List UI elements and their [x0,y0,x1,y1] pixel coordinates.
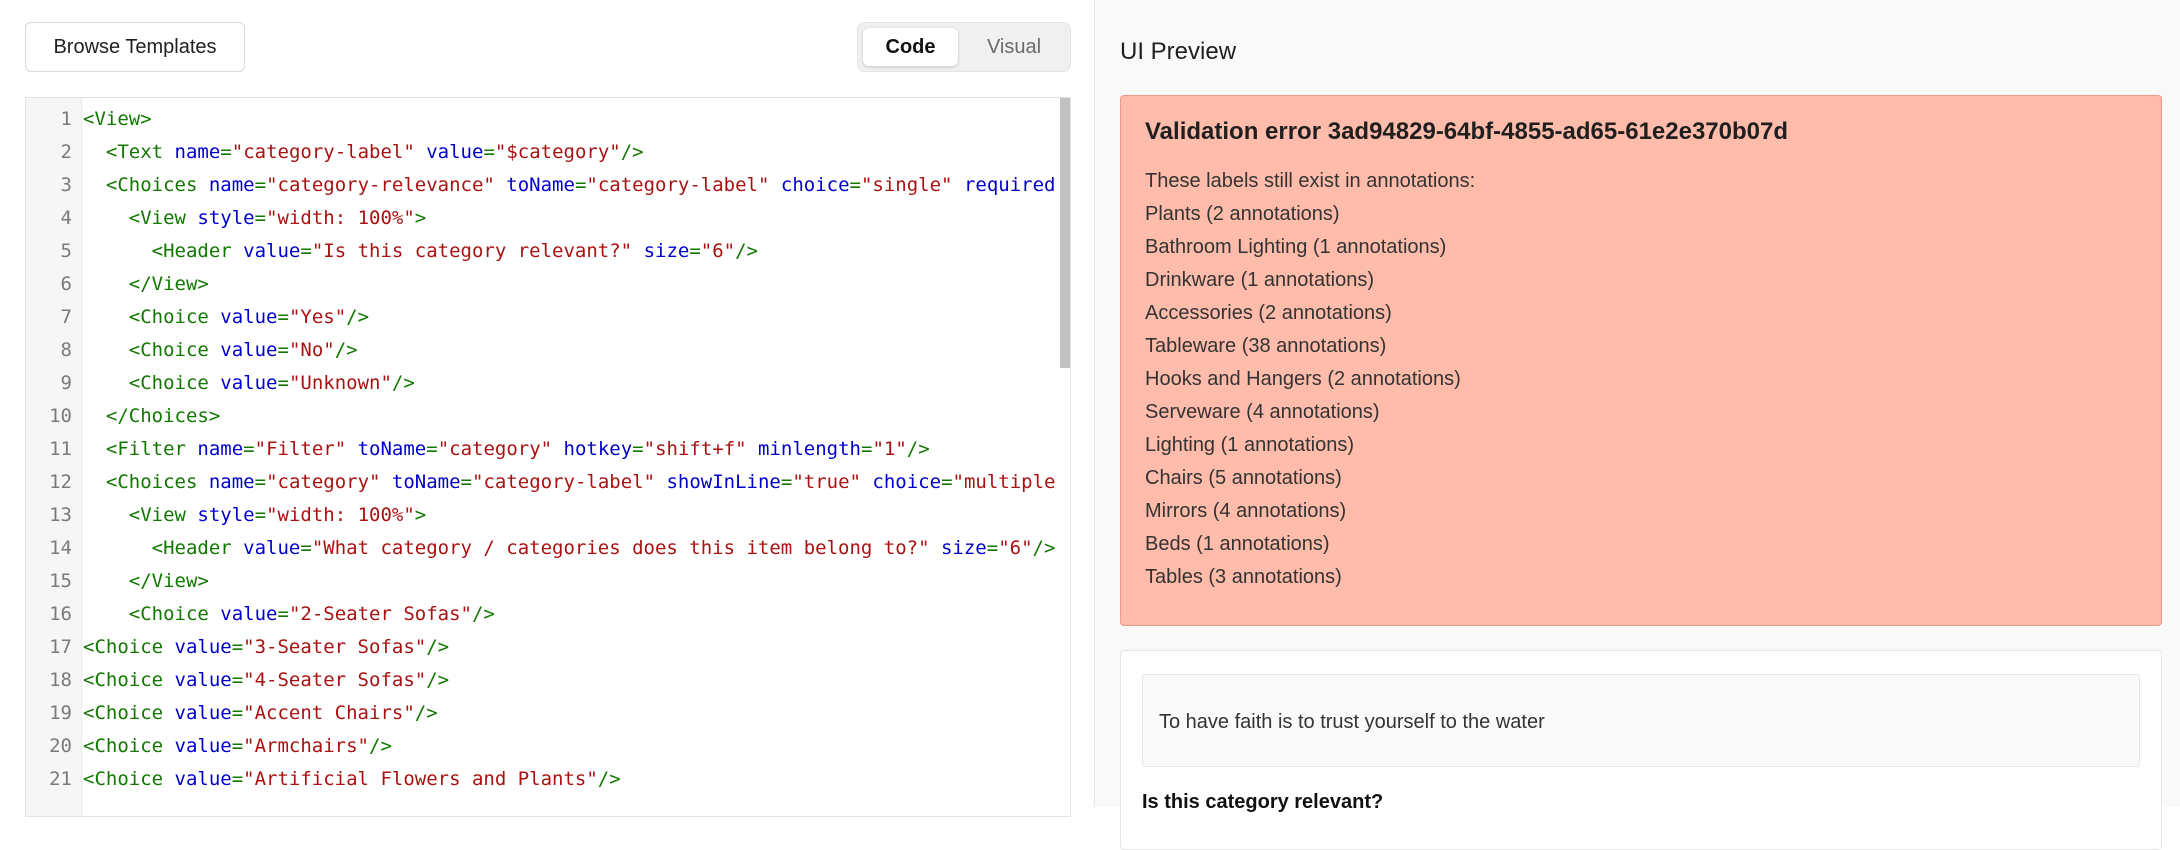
error-label-item: Drinkware (1 annotations) [1145,269,1374,291]
line-number: 16 [49,603,72,625]
code-line[interactable]: 12 <Choices name="category" toName="cate… [26,466,1062,499]
line-number: 11 [49,438,72,460]
line-number: 8 [60,339,72,361]
code-line[interactable]: 4 <View style="width: 100%"> [26,202,1062,235]
code-text: <View> [83,108,152,130]
code-editor[interactable]: 1 <View> 2 <Text name="category-label" val… [25,97,1071,817]
error-label-item: Bathroom Lighting (1 annotations) [1145,236,1447,258]
code-line[interactable]: 16 <Choice value="2-Seater Sofas"/> [26,598,1062,631]
error-label-item: Serveware (4 annotations) [1145,401,1380,423]
code-mode-tab[interactable]: Code [863,28,958,66]
code-text: <View style="width: 100%"> [128,207,427,229]
preview-card: To have faith is to trust yourself to th… [1120,650,2162,850]
code-text: <Choice value="3-Seater Sofas"/> [83,636,450,658]
line-number: 7 [60,306,72,328]
error-label-item: Lighting (1 annotations) [1145,434,1355,456]
code-text: <Choice value="No"/> [128,339,358,361]
line-number: 20 [49,735,72,757]
line-number: 17 [49,636,72,658]
task-text-block: To have faith is to trust yourself to th… [1142,674,2140,767]
line-number: 18 [49,669,72,691]
relevance-question: Is this category relevant? [1142,791,1384,813]
code-line[interactable]: 21 <Choice value="Artificial Flowers and … [26,763,1062,796]
code-text: <Choice value="2-Seater Sofas"/> [128,603,495,625]
code-line[interactable]: 1 <View> [26,103,1062,136]
line-number: 10 [49,405,72,427]
code-text: <Header value="What category / categorie… [151,537,1056,559]
error-title: Validation error 3ad94829-64bf-4855-ad65… [1145,118,1789,145]
error-label-item: Beds (1 annotations) [1145,533,1330,555]
line-number: 3 [60,174,72,196]
code-line[interactable]: 3 <Choices name="category-relevance" toN… [26,169,1062,202]
line-number: 13 [49,504,72,526]
editor-scrollbar[interactable] [1060,98,1070,368]
line-number: 12 [49,471,72,493]
code-line[interactable]: 18 <Choice value="4-Seater Sofas"/> [26,664,1062,697]
code-text: <Choice value="Unknown"/> [128,372,415,394]
code-line[interactable]: 6 </View> [26,268,1062,301]
code-text: <Choice value="Artificial Flowers and Pl… [83,768,621,790]
error-label-item: Tableware (38 annotations) [1145,335,1387,357]
code-text: <Choices name="category-relevance" toNam… [105,174,1056,196]
error-label-item: Accessories (2 annotations) [1145,302,1392,324]
line-number: 15 [49,570,72,592]
task-text: To have faith is to trust yourself to th… [1159,711,1545,733]
code-line[interactable]: 14 <Header value="What category / catego… [26,532,1062,565]
line-number: 4 [60,207,72,229]
error-label-item: Hooks and Hangers (2 annotations) [1145,368,1461,390]
code-text: <Header value="Is this category relevant… [151,240,758,262]
error-label-item: Tables (3 annotations) [1145,566,1342,588]
ui-preview-pane: UI Preview Validation error 3ad94829-64b… [1094,0,2180,850]
line-number: 6 [60,273,72,295]
code-line[interactable]: 13 <View style="width: 100%"> [26,499,1062,532]
code-text: <Choices name="category" toName="categor… [105,471,1056,493]
code-text: <Choice value="4-Seater Sofas"/> [83,669,450,691]
line-number: 9 [60,372,72,394]
line-number: 21 [49,768,72,790]
code-line[interactable]: 17 <Choice value="3-Seater Sofas"/> [26,631,1062,664]
config-editor-pane: Browse Templates Code Visual 1 <View> 2 <T… [0,0,1093,817]
line-number: 2 [60,141,72,163]
code-line[interactable]: 20 <Choice value="Armchairs"/> [26,730,1062,763]
code-text: <Text name="category-label" value="$cate… [105,141,644,163]
code-text: <Choice value="Armchairs"/> [83,735,392,757]
line-number: 14 [49,537,72,559]
code-line[interactable]: 15 </View> [26,565,1062,598]
error-label-item: Plants (2 annotations) [1145,203,1340,225]
visual-mode-tab[interactable]: Visual [964,28,1064,66]
code-text: </View> [128,570,209,592]
code-text: </View> [128,273,209,295]
error-message: These labels still exist in annotations: [1145,170,1476,192]
line-number: 5 [60,240,72,262]
line-number: 1 [60,108,72,130]
code-line[interactable]: 7 <Choice value="Yes"/> [26,301,1062,334]
code-line[interactable]: 10 </Choices> [26,400,1062,433]
error-label-item: Chairs (5 annotations) [1145,467,1342,489]
code-text: <View style="width: 100%"> [128,504,427,526]
code-line[interactable]: 11 <Filter name="Filter" toName="categor… [26,433,1062,466]
code-text: <Choice value="Accent Chairs"/> [83,702,438,724]
code-line[interactable]: 8 <Choice value="No"/> [26,334,1062,367]
code-line[interactable]: 19 <Choice value="Accent Chairs"/> [26,697,1062,730]
code-text: <Filter name="Filter" toName="category" … [105,438,930,460]
line-number: 19 [49,702,72,724]
error-label-item: Mirrors (4 annotations) [1145,500,1347,522]
editor-mode-toggle: Code Visual [857,22,1071,72]
code-line[interactable]: 2 <Text name="category-label" value="$ca… [26,136,1062,169]
code-line[interactable]: 5 <Header value="Is this category releva… [26,235,1062,268]
preview-title: UI Preview [1120,38,1237,65]
browse-templates-button[interactable]: Browse Templates [25,22,245,72]
error-label-list: Plants (2 annotations) Bathroom Lighting … [1145,198,1461,594]
code-text: </Choices> [105,405,221,427]
code-text: <Choice value="Yes"/> [128,306,370,328]
validation-error-box: Validation error 3ad94829-64bf-4855-ad65… [1120,95,2162,626]
code-line[interactable]: 9 <Choice value="Unknown"/> [26,367,1062,400]
